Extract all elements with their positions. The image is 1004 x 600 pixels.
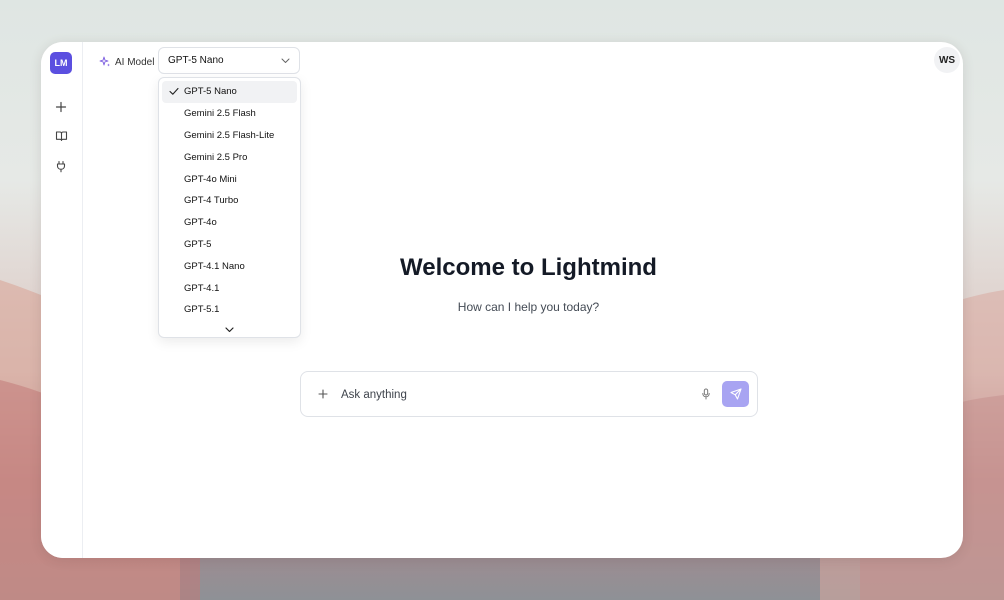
check-icon bbox=[169, 87, 179, 95]
model-option-label: Gemini 2.5 Flash bbox=[184, 108, 256, 120]
model-option-label: GPT-5.1 bbox=[184, 304, 220, 316]
app-window: LM AI Model GPT-5 Nano WS GPT-5 Nano Gem… bbox=[41, 42, 963, 558]
model-option-label: GPT-4o bbox=[184, 217, 217, 229]
model-option-gpt-4-1-nano[interactable]: GPT-4.1 Nano bbox=[162, 255, 297, 277]
chat-composer bbox=[300, 371, 758, 417]
chat-input[interactable] bbox=[341, 385, 681, 405]
model-option-label: Gemini 2.5 Pro bbox=[184, 151, 248, 163]
send-icon bbox=[729, 388, 742, 400]
user-avatar[interactable]: WS bbox=[934, 47, 960, 73]
model-option-gemini-2-5-flash[interactable]: Gemini 2.5 Flash bbox=[162, 103, 297, 125]
model-option-gemini-2-5-flash-lite[interactable]: Gemini 2.5 Flash-Lite bbox=[162, 125, 297, 147]
sidebar: LM bbox=[41, 42, 83, 558]
new-chat-button[interactable] bbox=[50, 96, 72, 118]
model-option-gpt-5[interactable]: GPT-5 bbox=[162, 234, 297, 256]
model-option-label: GPT-5 Nano bbox=[184, 86, 237, 98]
microphone-icon bbox=[702, 388, 710, 400]
book-icon bbox=[55, 131, 67, 142]
plug-icon bbox=[56, 160, 66, 172]
plugins-button[interactable] bbox=[50, 155, 72, 177]
plus-icon bbox=[318, 389, 328, 399]
send-button[interactable] bbox=[722, 381, 749, 407]
sparkle-icon bbox=[99, 56, 110, 67]
library-button[interactable] bbox=[50, 125, 72, 147]
app-logo[interactable]: LM bbox=[50, 52, 72, 74]
model-dropdown: GPT-5 Nano Gemini 2.5 Flash Gemini 2.5 F… bbox=[158, 77, 301, 338]
model-option-gpt-4-1[interactable]: GPT-4.1 bbox=[162, 277, 297, 299]
microphone-button[interactable] bbox=[698, 386, 714, 402]
model-option-label: GPT-5 bbox=[184, 238, 212, 250]
dropdown-scroll-down[interactable] bbox=[162, 321, 297, 339]
page-title: Welcome to Lightmind bbox=[400, 254, 657, 281]
plus-icon bbox=[55, 101, 67, 113]
ai-model-label: AI Model bbox=[99, 52, 154, 72]
model-option-label: GPT-4.1 Nano bbox=[184, 260, 245, 272]
page-subtitle: How can I help you today? bbox=[457, 300, 600, 314]
model-option-gpt-4o-mini[interactable]: GPT-4o Mini bbox=[162, 168, 297, 190]
attach-button[interactable] bbox=[315, 384, 331, 404]
model-option-label: GPT-4o Mini bbox=[184, 173, 237, 185]
model-option-gemini-2-5-pro[interactable]: Gemini 2.5 Pro bbox=[162, 146, 297, 168]
model-option-gpt-4-turbo[interactable]: GPT-4 Turbo bbox=[162, 190, 297, 212]
model-option-label: GPT-4 Turbo bbox=[184, 195, 239, 207]
model-option-gpt-4o[interactable]: GPT-4o bbox=[162, 212, 297, 234]
model-option-label: GPT-4.1 bbox=[184, 282, 220, 294]
model-option-label: Gemini 2.5 Flash-Lite bbox=[184, 129, 275, 141]
model-option-gpt-5-nano[interactable]: GPT-5 Nano bbox=[162, 81, 297, 103]
chevron-down-icon bbox=[225, 327, 234, 332]
model-select[interactable]: GPT-5 Nano bbox=[158, 47, 300, 74]
chevron-down-icon bbox=[281, 58, 290, 63]
ai-model-label-text: AI Model bbox=[115, 56, 155, 68]
model-select-value: GPT-5 Nano bbox=[168, 55, 224, 66]
model-option-gpt-5-1[interactable]: GPT-5.1 bbox=[162, 299, 297, 321]
